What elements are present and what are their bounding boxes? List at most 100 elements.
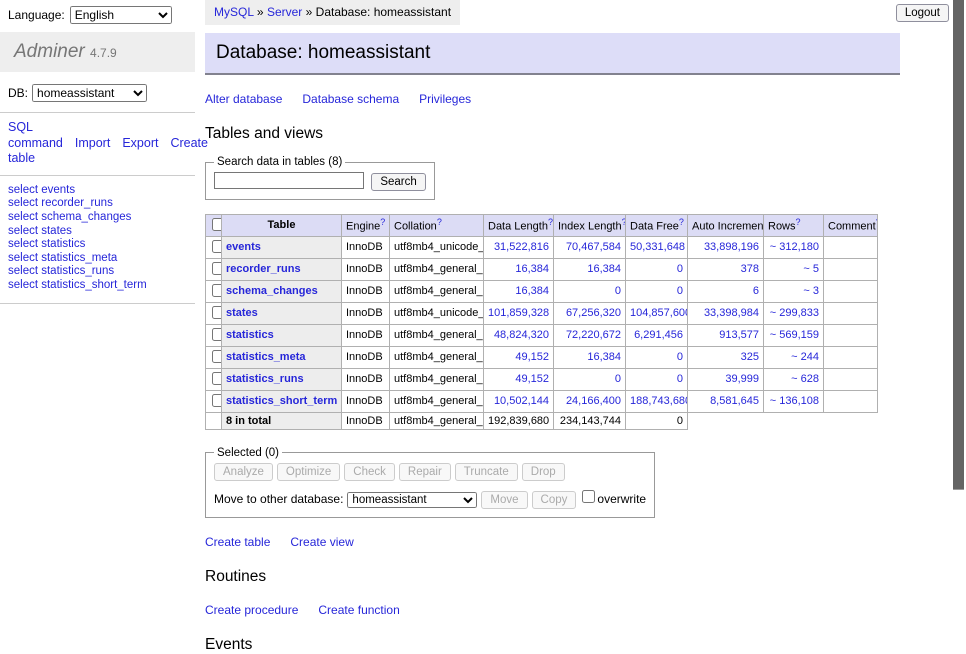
sidebar-link-select-statistics[interactable]: select statistics	[0, 238, 195, 252]
cell-value-link[interactable]: 0	[677, 263, 683, 275]
table-name-link[interactable]: statistics_meta	[226, 351, 306, 363]
column-help-link[interactable]: ?	[622, 217, 626, 227]
repair-button[interactable]: Repair	[399, 463, 451, 481]
cell-value-link[interactable]: 6,291,456	[634, 329, 683, 341]
row-checkbox[interactable]	[212, 240, 222, 253]
column-help-link[interactable]: ?	[548, 217, 553, 227]
cell-value-link[interactable]: 913,577	[719, 329, 759, 341]
cell-value-link[interactable]: 33,898,196	[704, 241, 759, 253]
row-checkbox[interactable]	[212, 372, 222, 385]
cell-value-link[interactable]: ~ 244	[791, 351, 819, 363]
sidebar-link-select-statistics-short-term[interactable]: select statistics_short_term	[0, 279, 195, 293]
row-checkbox[interactable]	[212, 350, 222, 363]
table-name-link[interactable]: statistics_short_term	[226, 395, 337, 407]
overwrite-checkbox[interactable]	[582, 490, 595, 503]
cell-value-link[interactable]: 67,256,320	[566, 307, 621, 319]
cell-value-link[interactable]: 0	[615, 285, 621, 297]
breadcrumb-server-link[interactable]: Server	[267, 5, 302, 19]
truncate-button[interactable]: Truncate	[455, 463, 518, 481]
optimize-button[interactable]: Optimize	[277, 463, 340, 481]
search-button[interactable]: Search	[371, 173, 425, 191]
cell-value-link[interactable]: ~ 136,108	[770, 395, 819, 407]
cell-value-link[interactable]: 0	[677, 373, 683, 385]
sidebar-link-select-states[interactable]: select states	[0, 225, 195, 239]
sidebar-link-select-statistics-runs[interactable]: select statistics_runs	[0, 265, 195, 279]
cell-value-link[interactable]: ~ 299,833	[770, 307, 819, 319]
column-help-link[interactable]: ?	[796, 217, 801, 227]
sidebar-action-sql-command[interactable]: SQL command	[8, 120, 63, 150]
table-name-link[interactable]: schema_changes	[226, 285, 318, 297]
copy-button[interactable]: Copy	[532, 491, 577, 509]
row-checkbox[interactable]	[212, 306, 222, 319]
cell-value-link[interactable]: 325	[741, 351, 759, 363]
db-link-database-schema[interactable]: Database schema	[302, 92, 399, 106]
breadcrumb-mysql-link[interactable]: MySQL	[214, 5, 254, 19]
table-name-link[interactable]: statistics	[226, 329, 274, 341]
sidebar-link-select-schema-changes[interactable]: select schema_changes	[0, 211, 195, 225]
cell-value-link[interactable]: 48,824,320	[494, 329, 549, 341]
cell-value-link[interactable]: ~ 3	[803, 285, 819, 297]
table-name-link[interactable]: events	[226, 241, 261, 253]
row-checkbox[interactable]	[212, 262, 222, 275]
move-db-select[interactable]: homeassistant	[347, 492, 477, 508]
check-button[interactable]: Check	[344, 463, 395, 481]
table-name-link[interactable]: statistics_runs	[226, 373, 304, 385]
link-create-table[interactable]: Create table	[205, 535, 270, 549]
language-select[interactable]: English	[70, 6, 172, 24]
link-create-procedure[interactable]: Create procedure	[205, 603, 298, 617]
search-input[interactable]	[214, 172, 364, 189]
cell-value-link[interactable]: 188,743,680	[630, 395, 688, 407]
table-name-link[interactable]: states	[226, 307, 258, 319]
cell-value-link[interactable]: 31,522,816	[494, 241, 549, 253]
cell-value-link[interactable]: 49,152	[515, 351, 549, 363]
cell-value-link[interactable]: ~ 5	[803, 263, 819, 275]
cell-value-link[interactable]: 104,857,600	[630, 307, 688, 319]
row-checkbox[interactable]	[212, 394, 222, 407]
cell-value-link[interactable]: 101,859,328	[488, 307, 549, 319]
drop-button[interactable]: Drop	[522, 463, 565, 481]
cell-value-link[interactable]: 33,398,984	[704, 307, 759, 319]
row-checkbox[interactable]	[212, 284, 222, 297]
link-create-view[interactable]: Create view	[290, 535, 353, 549]
cell-value-link[interactable]: 6	[753, 285, 759, 297]
link-create-function[interactable]: Create function	[318, 603, 399, 617]
cell-value-link[interactable]: 0	[677, 351, 683, 363]
column-help-link[interactable]: ?	[380, 217, 385, 227]
analyze-button[interactable]: Analyze	[214, 463, 273, 481]
cell-value-link[interactable]: 0	[677, 285, 683, 297]
cell-value-link[interactable]: 8,581,645	[710, 395, 759, 407]
cell-value-link[interactable]: 49,152	[515, 373, 549, 385]
cell-value-link[interactable]: ~ 628	[791, 373, 819, 385]
cell-value-link[interactable]: ~ 312,180	[770, 241, 819, 253]
cell-value-link[interactable]: 10,502,144	[494, 395, 549, 407]
db-select[interactable]: homeassistant	[32, 84, 147, 102]
cell-value-link[interactable]: 16,384	[515, 263, 549, 275]
move-button[interactable]: Move	[481, 491, 527, 509]
column-help-link[interactable]: ?	[876, 217, 878, 227]
row-checkbox[interactable]	[212, 328, 222, 341]
cell-value-link[interactable]: 70,467,584	[566, 241, 621, 253]
db-link-alter-database[interactable]: Alter database	[205, 92, 282, 106]
cell-value-link[interactable]: 39,999	[725, 373, 759, 385]
table-name-link[interactable]: recorder_runs	[226, 263, 301, 275]
cell-value-link[interactable]: 72,220,672	[566, 329, 621, 341]
db-link-privileges[interactable]: Privileges	[419, 92, 471, 106]
sidebar-action-export[interactable]: Export	[122, 136, 158, 150]
cell-value-link[interactable]: 16,384	[515, 285, 549, 297]
sidebar-action-import[interactable]: Import	[75, 136, 110, 150]
sidebar-link-select-recorder-runs[interactable]: select recorder_runs	[0, 197, 195, 211]
select-all-checkbox[interactable]	[212, 218, 222, 231]
column-help-link[interactable]: ?	[437, 217, 442, 227]
cell-value-link[interactable]: 0	[615, 373, 621, 385]
vertical-scrollbar[interactable]	[951, 0, 966, 543]
sidebar-link-select-statistics-meta[interactable]: select statistics_meta	[0, 252, 195, 266]
cell-value-link[interactable]: 16,384	[587, 351, 621, 363]
sidebar-link-select-events[interactable]: select events	[0, 184, 195, 198]
cell-value-link[interactable]: 24,166,400	[566, 395, 621, 407]
scrollbar-thumb[interactable]	[953, 0, 964, 490]
cell-value-link[interactable]: 378	[741, 263, 759, 275]
cell-value-link[interactable]: 16,384	[587, 263, 621, 275]
cell-value-link[interactable]: ~ 569,159	[770, 329, 819, 341]
column-help-link[interactable]: ?	[679, 217, 684, 227]
cell-value-link[interactable]: 50,331,648	[630, 241, 685, 253]
